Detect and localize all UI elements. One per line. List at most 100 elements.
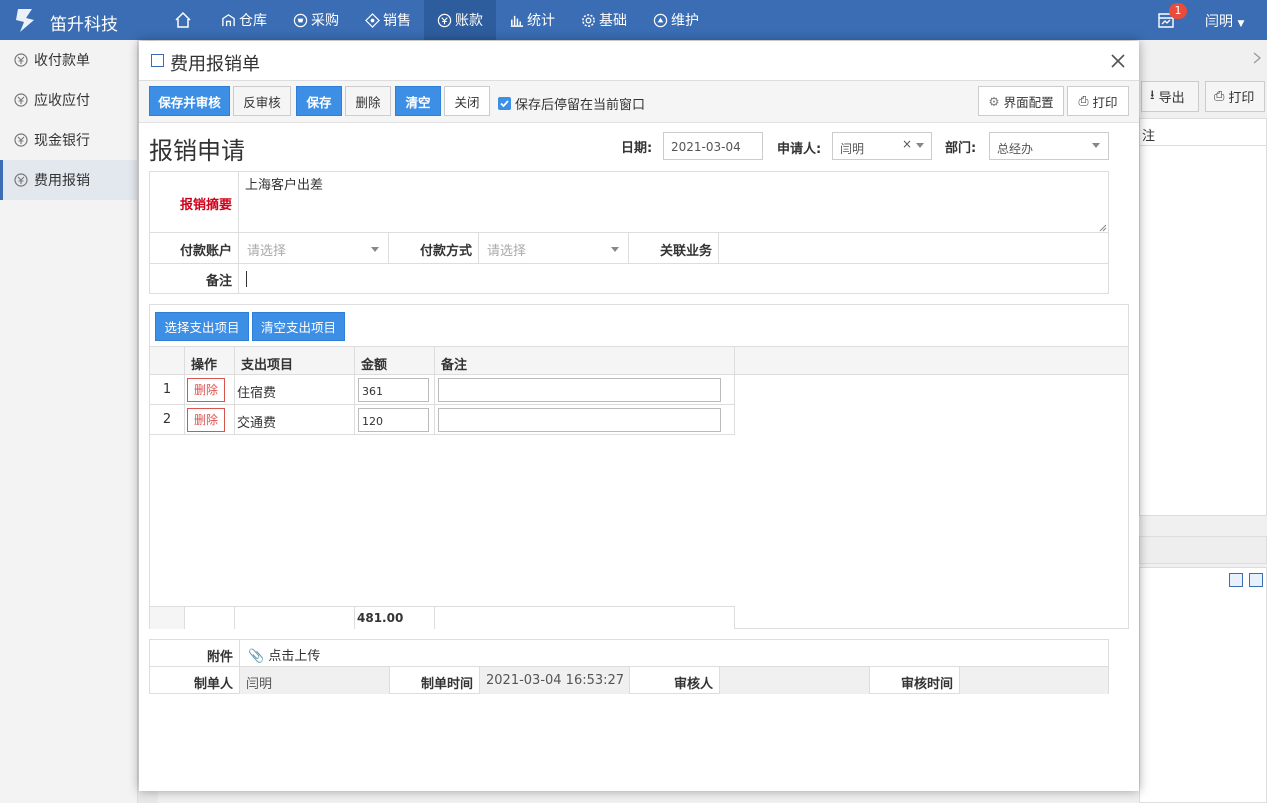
bar-chart-icon [510, 15, 524, 27]
ui-config-button[interactable]: ⚙ 界面配置 [978, 86, 1064, 116]
background-strip [1139, 536, 1267, 564]
column-header: 操作 [185, 346, 235, 375]
background-column-header: 注 [1139, 118, 1267, 146]
sidebar-item-receivable[interactable]: 应收应付 [0, 80, 137, 120]
related-label: 关联业务 [629, 233, 719, 264]
column-header: 备注 [435, 346, 735, 375]
nav-maintain[interactable]: 维护 [640, 0, 712, 40]
save-audit-button[interactable]: 保存并审核 [149, 86, 230, 116]
select-items-button[interactable]: 选择支出项目 [155, 312, 249, 341]
money-icon [14, 53, 28, 67]
caret-down-icon [371, 247, 379, 252]
check-icon [500, 100, 509, 108]
row-index: 1 [150, 375, 185, 405]
items-grid: 选择支出项目 清空支出项目 操作 支出项目 金额 备注 1 删除 住宿费 361… [149, 304, 1129, 629]
chevron-right-icon[interactable] [1252, 52, 1262, 64]
footer-cell [150, 606, 185, 629]
total-amount: 481.00 [355, 606, 435, 629]
row-note-cell [435, 405, 735, 435]
column-header: 支出项目 [235, 346, 355, 375]
footer-cell [235, 606, 355, 629]
meta-grid: 附件 📎 点击上传 制单人 闫明 制单时间 2021-03-04 16:53:2… [149, 639, 1109, 694]
sidebar-item-expense[interactable]: 费用报销 [0, 160, 137, 200]
nav-stats[interactable]: 统计 [496, 0, 568, 40]
related-input[interactable] [719, 233, 1108, 264]
print-button[interactable]: ⎙ 打印 [1067, 86, 1129, 116]
row-amount-cell: 361 [355, 375, 435, 405]
note-input[interactable] [438, 408, 721, 432]
column-header: 金额 [355, 346, 435, 375]
maximize-icon[interactable] [1249, 573, 1263, 587]
export-button[interactable]: ⭳ 导出 [1141, 81, 1199, 112]
creator-label: 制单人 [150, 667, 240, 694]
modal-title: 费用报销单 [170, 54, 260, 75]
logo-icon [16, 9, 34, 32]
sidebar-item-cash-bank[interactable]: 现金银行 [0, 120, 137, 160]
audit-time-label: 审核时间 [870, 667, 960, 694]
nav-purchase[interactable]: 采购 [280, 0, 352, 40]
amount-input[interactable]: 361 [358, 378, 429, 402]
pay-method-select[interactable]: 请选择 [479, 233, 629, 264]
row-delete-button[interactable]: 删除 [187, 378, 225, 402]
sidebar: 收付款单 应收应付 现金银行 费用报销 [0, 40, 138, 803]
expense-modal: 费用报销单 保存并审核 反审核 保存 删除 清空 关闭 保存后停留在当前窗口 ⚙… [139, 41, 1139, 791]
row-note-cell [435, 375, 735, 405]
summary-label: 报销摘要 [150, 172, 239, 233]
nav-basic[interactable]: 基础 [568, 0, 640, 40]
clear-x-icon[interactable]: × [902, 137, 912, 151]
main-nav: 仓库 采购 销售 账款 统计 基础 维护 [208, 0, 712, 40]
sidebar-item-receipts[interactable]: 收付款单 [0, 40, 137, 80]
gear-icon [582, 13, 595, 27]
close-icon[interactable] [1111, 54, 1125, 68]
minimize-icon[interactable] [1229, 573, 1243, 587]
note-input[interactable] [438, 378, 721, 402]
user-menu[interactable]: 闫明 ▼ [1205, 11, 1244, 31]
stay-checkbox[interactable] [498, 97, 511, 110]
date-label: 日期: [621, 141, 653, 156]
printer-icon: ⎙ [1214, 89, 1225, 104]
unaudit-button[interactable]: 反审核 [233, 86, 291, 116]
notification-badge: 1 [1169, 3, 1187, 19]
pay-account-select[interactable]: 请选择 [239, 233, 389, 264]
save-button[interactable]: 保存 [296, 86, 342, 116]
printer-icon: ⎙ [1078, 93, 1089, 108]
background-print-button[interactable]: ⎙ 打印 [1205, 81, 1265, 112]
dept-select[interactable]: 总经办 [989, 132, 1109, 160]
nav-warehouse[interactable]: 仓库 [208, 0, 280, 40]
delete-button[interactable]: 删除 [345, 86, 391, 116]
date-input[interactable]: 2021-03-04 [663, 132, 763, 160]
caret-down-icon [1092, 143, 1100, 148]
resize-handle-icon[interactable] [1099, 224, 1107, 232]
clear-button[interactable]: 清空 [395, 86, 441, 116]
pay-account-label: 付款账户 [150, 233, 239, 264]
nav-sales[interactable]: 销售 [352, 0, 424, 40]
money-icon [14, 93, 28, 107]
upload-link[interactable]: 📎 点击上传 [240, 640, 1108, 667]
close-button[interactable]: 关闭 [444, 86, 490, 116]
attachment-label: 附件 [150, 640, 240, 667]
warehouse-icon [222, 13, 235, 26]
text-cursor [246, 271, 247, 287]
row-item: 交通费 [235, 405, 355, 435]
nav-accounts[interactable]: 账款 [424, 0, 496, 40]
amount-input[interactable]: 120 [358, 408, 429, 432]
row-delete-cell: 删除 [185, 405, 235, 435]
footer-cell [185, 606, 235, 629]
creator-value: 闫明 [240, 667, 390, 694]
row-delete-cell: 删除 [185, 375, 235, 405]
clear-items-button[interactable]: 清空支出项目 [252, 312, 345, 341]
summary-textarea[interactable]: 上海客户出差 [239, 172, 1108, 233]
row-delete-button[interactable]: 删除 [187, 408, 225, 432]
home-icon[interactable] [174, 11, 192, 29]
cart-icon [293, 13, 308, 27]
background-detail [1139, 567, 1267, 803]
caret-down-icon: ▼ [1237, 19, 1245, 29]
row-item: 住宿费 [235, 375, 355, 405]
caret-down-icon [916, 143, 924, 148]
form-grid: 报销摘要 上海客户出差 付款账户 请选择 付款方式 请选择 关联业务 备注 [149, 171, 1109, 294]
remark-input[interactable] [239, 264, 1108, 293]
stay-after-save[interactable]: 保存后停留在当前窗口 [498, 94, 645, 113]
download-icon: ⭳ [1150, 87, 1155, 103]
index-header [150, 346, 185, 375]
created-time-label: 制单时间 [390, 667, 480, 694]
